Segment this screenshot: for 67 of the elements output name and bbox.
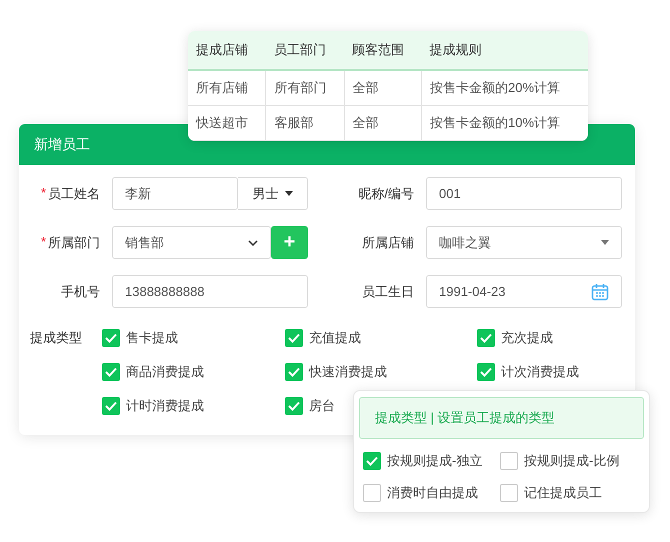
department-select[interactable]: 销售部 bbox=[112, 226, 271, 259]
checkbox-label: 记住提成员工 bbox=[524, 484, 602, 502]
checkbox[interactable] bbox=[477, 328, 495, 346]
check-icon bbox=[105, 366, 117, 376]
text-field[interactable]: 13888888888 bbox=[112, 275, 308, 308]
field-label: 手机号 bbox=[61, 282, 100, 300]
table-cell: 按售卡金额的10%计算 bbox=[421, 106, 588, 140]
field-label: 所属店铺 bbox=[362, 234, 414, 252]
checkbox[interactable] bbox=[477, 362, 495, 380]
checkbox[interactable] bbox=[285, 396, 303, 414]
checkbox-label: 消费时自由提成 bbox=[387, 484, 478, 502]
checkbox-label: 快速消费提成 bbox=[309, 362, 387, 380]
column-header: 顾客范围 bbox=[344, 31, 422, 70]
table-cell: 全部 bbox=[344, 70, 422, 106]
check-icon bbox=[480, 332, 492, 342]
table-cell: 快送超市 bbox=[188, 106, 266, 140]
checkbox[interactable] bbox=[363, 452, 381, 470]
required-mark: * bbox=[40, 234, 46, 250]
checkbox[interactable] bbox=[500, 452, 518, 470]
field-label: 员工姓名 bbox=[48, 184, 100, 202]
checkbox-label: 充次提成 bbox=[501, 328, 553, 346]
table-cell: 客服部 bbox=[266, 106, 344, 140]
field-label: 所属部门 bbox=[48, 234, 100, 252]
date-field[interactable]: 1991-04-23 bbox=[426, 275, 622, 308]
checkbox-label: 计次消费提成 bbox=[501, 362, 579, 380]
checkbox[interactable] bbox=[285, 328, 303, 346]
store-select[interactable]: 咖啡之翼 bbox=[426, 226, 622, 259]
table-cell: 所有部门 bbox=[266, 70, 344, 106]
check-icon bbox=[366, 456, 378, 466]
checkbox[interactable] bbox=[500, 484, 518, 502]
checkbox-label: 房台 bbox=[309, 396, 335, 414]
field-label: 昵称/编号 bbox=[358, 184, 414, 202]
caret-icon bbox=[284, 191, 292, 196]
field-label: 员工生日 bbox=[362, 282, 414, 300]
checkbox[interactable] bbox=[102, 396, 120, 414]
field-label: 提成类型 bbox=[29, 329, 83, 347]
checkbox-label: 按规则提成-独立 bbox=[387, 452, 482, 470]
checkbox-label: 售卡提成 bbox=[126, 328, 178, 346]
checkbox-label: 充值提成 bbox=[309, 328, 361, 346]
calendar-icon bbox=[591, 282, 609, 300]
caret-icon bbox=[601, 240, 609, 245]
checkbox-label: 按规则提成-比例 bbox=[524, 452, 620, 470]
checkbox[interactable] bbox=[363, 484, 381, 502]
check-icon bbox=[105, 332, 117, 342]
checkbox-label: 商品消费提成 bbox=[126, 362, 204, 380]
check-icon bbox=[288, 400, 300, 410]
text-field[interactable]: 001 bbox=[426, 177, 622, 210]
checkbox[interactable] bbox=[285, 362, 303, 380]
column-header: 员工部门 bbox=[266, 31, 344, 70]
check-icon bbox=[105, 400, 117, 410]
checkbox[interactable] bbox=[102, 328, 120, 346]
checkbox-label: 计时消费提成 bbox=[126, 396, 204, 414]
popup-title: 提成类型 | 设置员工提成的类型 bbox=[359, 397, 644, 439]
column-header: 提成规则 bbox=[421, 31, 588, 70]
gender-select[interactable]: 男士 bbox=[238, 177, 308, 210]
check-icon bbox=[288, 332, 300, 342]
check-icon bbox=[288, 366, 300, 376]
table-cell: 全部 bbox=[344, 106, 422, 140]
checkbox[interactable] bbox=[102, 362, 120, 380]
chevron-icon bbox=[248, 240, 258, 246]
required-mark: * bbox=[40, 184, 46, 202]
dialog-title: 新增员工 bbox=[34, 136, 90, 154]
name-field[interactable]: 李新 bbox=[112, 177, 238, 210]
column-header: 提成店铺 bbox=[188, 31, 266, 70]
table-cell: 所有店铺 bbox=[188, 70, 266, 106]
table-cell: 按售卡金额的20%计算 bbox=[421, 70, 588, 106]
check-icon bbox=[480, 366, 492, 376]
